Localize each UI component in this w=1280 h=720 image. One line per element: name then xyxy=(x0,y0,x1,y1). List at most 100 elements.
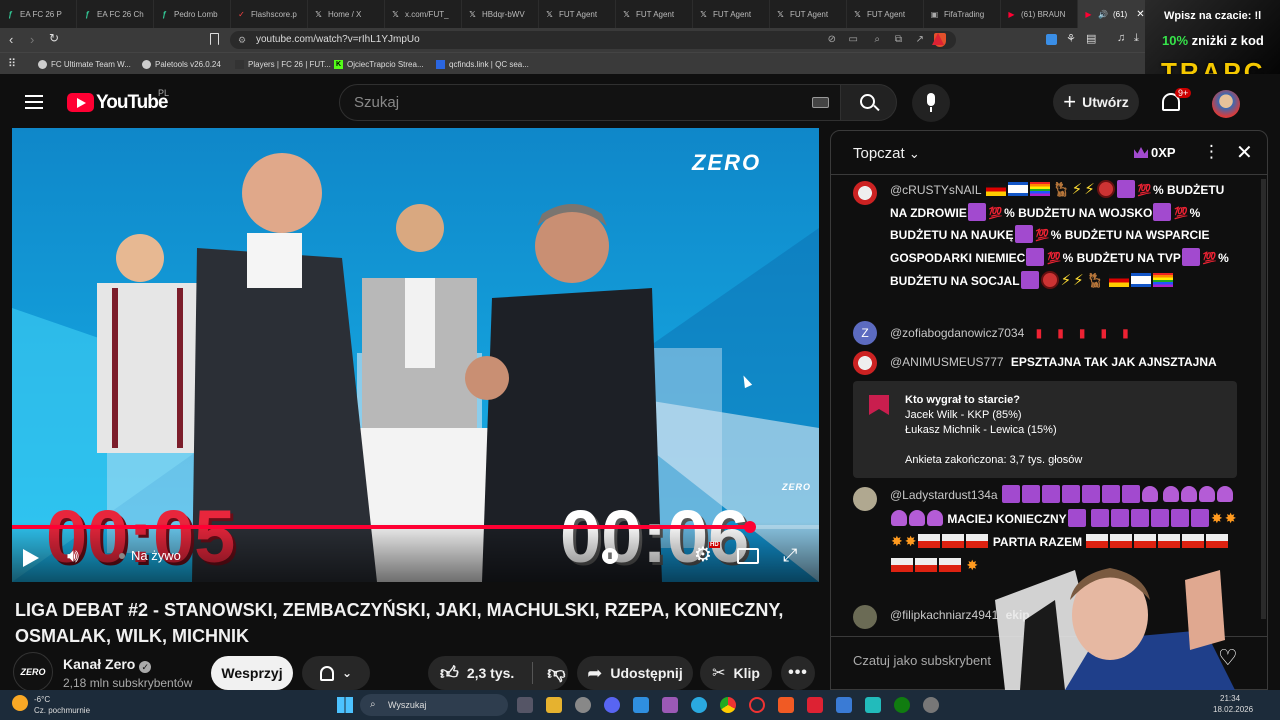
translate-icon[interactable]: ⧉ xyxy=(895,31,902,49)
weather-icon[interactable] xyxy=(12,695,28,711)
support-button[interactable]: Wesprzyj xyxy=(211,656,293,690)
more-actions-button[interactable]: ••• xyxy=(781,656,815,690)
app-icon[interactable] xyxy=(865,697,881,713)
windows-start-icon[interactable] xyxy=(337,697,353,713)
miniplayer-icon[interactable] xyxy=(737,548,759,564)
task-view-icon[interactable] xyxy=(517,697,533,713)
forward-icon[interactable]: › xyxy=(30,32,34,47)
browser-tab[interactable]: ▶ (61) BRAUN xyxy=(1001,0,1078,28)
edge-icon[interactable] xyxy=(691,697,707,713)
bookmark-item[interactable]: Paletools v26.0.24 xyxy=(142,53,221,75)
clock-date[interactable]: 18.02.2026 xyxy=(1213,705,1253,714)
browser-tab[interactable]: 𝕏 FUT Agent xyxy=(539,0,616,28)
subscribe-bell-button[interactable]: ⌄ xyxy=(302,656,370,690)
clip-button[interactable]: ✂ Klip xyxy=(700,656,772,690)
youtube-logo-icon[interactable] xyxy=(67,93,94,112)
site-info-icon[interactable]: ⚙ xyxy=(238,31,246,49)
browser-tab[interactable]: 𝕏 Home / X xyxy=(308,0,385,28)
downloads-icon[interactable]: ⤓ xyxy=(1134,32,1139,45)
browser-tab[interactable]: 𝕏 FUT Agent xyxy=(847,0,924,28)
apps-icon[interactable]: ⠿ xyxy=(8,57,16,70)
chat-author[interactable]: @Ladystardust134a xyxy=(890,488,998,502)
browser-tab[interactable]: 𝕏 FUT Agent xyxy=(693,0,770,28)
share-icon[interactable]: ↗ xyxy=(916,31,924,49)
close-tab-icon[interactable]: ✕ xyxy=(1136,9,1144,20)
keyboard-icon[interactable] xyxy=(812,97,829,108)
progress-track[interactable] xyxy=(12,525,819,529)
url-bar[interactable]: ⚙ youtube.com/watch?v=rIhL1YJmpUo ⊘ ▭ ⌕ … xyxy=(230,31,956,49)
fullscreen-icon[interactable]: ⤢ xyxy=(783,546,797,564)
share-button[interactable]: ➦ Udostępnij xyxy=(577,656,693,690)
vscode-icon[interactable] xyxy=(633,697,649,713)
voice-search-button[interactable] xyxy=(912,84,950,122)
play-icon[interactable] xyxy=(23,549,39,567)
volume-icon[interactable]: 🔊︎ xyxy=(67,546,93,570)
sidebar-icon[interactable]: ▤ xyxy=(1086,32,1096,45)
menu-icon[interactable] xyxy=(25,95,43,109)
chat-avatar[interactable] xyxy=(853,605,877,629)
back-icon[interactable]: ‹ xyxy=(9,32,13,47)
tracking-icon[interactable]: ⊘ xyxy=(828,31,836,49)
bookmark-item[interactable]: FC Ultimate Team W... xyxy=(38,53,131,75)
close-chat-icon[interactable]: ✕ xyxy=(1236,140,1253,165)
youtube-logo-text[interactable]: YouTube xyxy=(96,92,168,114)
channel-name[interactable]: Kanał Zero ✓ xyxy=(63,656,152,673)
app-icon[interactable] xyxy=(836,697,852,713)
reload-icon[interactable]: ↻ xyxy=(49,31,59,45)
avatar[interactable] xyxy=(1212,90,1240,118)
clock-time[interactable]: 21:34 xyxy=(1220,694,1240,703)
points-badge[interactable]: 0XP xyxy=(1134,145,1176,160)
live-label[interactable]: Na żywo xyxy=(131,548,181,563)
create-button[interactable]: + Utwórz xyxy=(1053,84,1139,120)
puzzle-icon[interactable]: ⚘ xyxy=(1066,32,1076,45)
chat-avatar[interactable]: Z xyxy=(853,321,877,345)
like-count[interactable]: 2,3 tys. xyxy=(467,665,514,681)
chrome-icon[interactable] xyxy=(720,697,736,713)
app-icon[interactable] xyxy=(923,697,939,713)
media-icon[interactable]: ♫ xyxy=(1117,32,1125,44)
xbox-icon[interactable] xyxy=(894,697,910,713)
search-input[interactable]: Szukaj xyxy=(339,84,841,121)
app-icon[interactable] xyxy=(575,697,591,713)
pause-icon[interactable]: ‖ xyxy=(602,548,618,564)
video-player[interactable]: ZERO ZERO 00:05 00:06 🔊︎ Na żywo ‖ ⚙ HD … xyxy=(12,128,819,582)
extension-icon[interactable] xyxy=(1046,34,1057,45)
brave-icon[interactable] xyxy=(778,697,794,713)
taskbar-search[interactable]: ⌕ Wyszukaj xyxy=(360,694,508,716)
chat-scrollbar[interactable] xyxy=(1261,179,1266,619)
chat-mode-dropdown[interactable]: Topczat ⌄ xyxy=(853,145,920,162)
chat-author[interactable]: @zofiabogdanowicz7034 xyxy=(890,326,1024,340)
chat-avatar[interactable] xyxy=(853,487,877,511)
bookmark-item[interactable]: qcfinds.link | QC sea... xyxy=(436,53,529,75)
chat-more-icon[interactable]: ⋮ xyxy=(1203,142,1220,162)
chat-author[interactable]: @cRUSTYsNAIL xyxy=(890,183,982,197)
discord-icon[interactable] xyxy=(604,697,620,713)
opera-icon[interactable] xyxy=(749,697,765,713)
browser-tab[interactable]: 𝕏 HBdqr-bWV xyxy=(462,0,539,28)
chat-avatar[interactable] xyxy=(853,351,877,375)
zoom-icon[interactable]: ⌕ xyxy=(874,31,880,49)
browser-tab[interactable]: ✓ Flashscore.p xyxy=(231,0,308,28)
cast-icon[interactable]: ▭ xyxy=(849,31,858,49)
brave-rewards-icon[interactable] xyxy=(932,33,944,45)
channel-avatar[interactable]: ZERO xyxy=(13,652,53,692)
search-button[interactable] xyxy=(840,84,897,121)
chat-author[interactable]: @ANIMUSMEUS777 xyxy=(890,355,1004,369)
bookmark-item[interactable]: K OjciecTrapcio Strea... xyxy=(334,53,424,75)
bookmark-icon[interactable] xyxy=(210,33,219,45)
browser-tab[interactable]: ƒ Pedro Lomb xyxy=(154,0,231,28)
browser-tab[interactable]: 𝕏 FUT Agent xyxy=(770,0,847,28)
browser-tab[interactable]: ƒ EA FC 26 P xyxy=(0,0,77,28)
app-icon[interactable] xyxy=(662,697,678,713)
app-icon[interactable] xyxy=(807,697,823,713)
browser-tab-active[interactable]: ▶ 🔊 (61) ✕ xyxy=(1078,0,1148,28)
browser-tab[interactable]: ▣ FifaTrading xyxy=(924,0,1001,28)
like-icon[interactable]: 👍︎ xyxy=(440,662,459,684)
chat-avatar[interactable] xyxy=(853,181,877,205)
file-explorer-icon[interactable] xyxy=(546,697,562,713)
browser-tab[interactable]: ƒ EA FC 26 Ch xyxy=(77,0,154,28)
dislike-icon[interactable]: 👎︎ xyxy=(547,662,565,684)
browser-tab[interactable]: 𝕏x.com/FUT_ xyxy=(385,0,462,28)
bookmark-item[interactable]: Players | FC 26 | FUT... xyxy=(235,53,331,75)
browser-tab[interactable]: 𝕏 FUT Agent xyxy=(616,0,693,28)
